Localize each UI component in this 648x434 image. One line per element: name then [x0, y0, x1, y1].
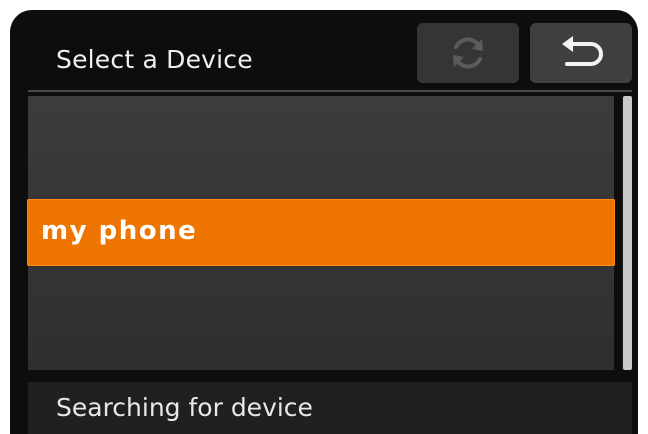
- list-item[interactable]: my phone: [27, 199, 615, 266]
- status-bar: Searching for device: [28, 382, 632, 434]
- page-title: Select a Device: [56, 45, 253, 74]
- return-arrow-icon: [562, 36, 603, 66]
- scrollbar-thumb[interactable]: [623, 96, 632, 370]
- refresh-icon: [453, 37, 483, 69]
- device-select-screen: Select a Device my phone Searching for d…: [10, 10, 638, 434]
- header-divider: [28, 90, 632, 92]
- back-button[interactable]: [530, 23, 632, 83]
- status-text: Searching for device: [56, 393, 313, 422]
- device-name: my phone: [41, 216, 198, 246]
- refresh-button[interactable]: [417, 23, 519, 83]
